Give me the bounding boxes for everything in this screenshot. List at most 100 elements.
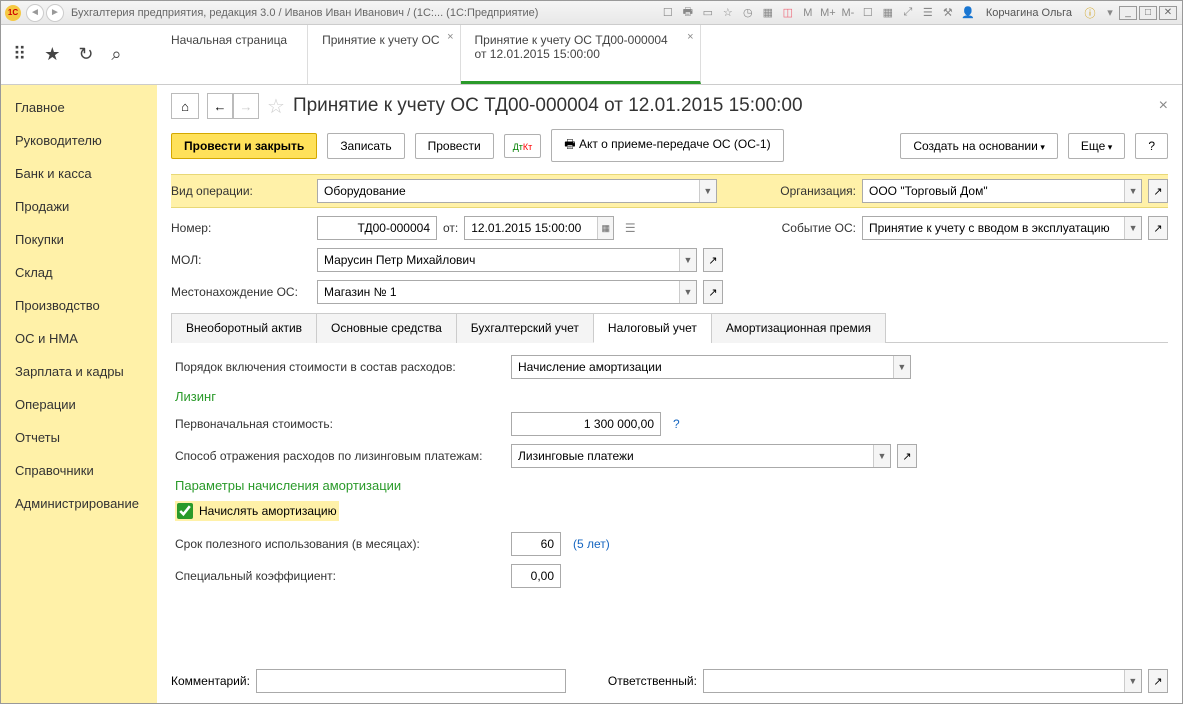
comment-field[interactable] — [256, 669, 566, 693]
history-icon[interactable]: ↻ — [78, 44, 93, 65]
loc-field[interactable]: ▼ — [317, 280, 697, 304]
tb-icon-new[interactable]: ☐ — [860, 5, 876, 21]
open-ref-button[interactable]: ↗ — [1148, 216, 1168, 240]
fwd-button[interactable]: → — [233, 93, 259, 119]
sidebar-item-reports[interactable]: Отчеты — [1, 421, 157, 454]
chevron-down-icon[interactable]: ▼ — [873, 445, 890, 467]
post-close-button[interactable]: Провести и закрыть — [171, 133, 317, 159]
tb-icon-calc[interactable]: ▦ — [760, 5, 776, 21]
close-window-button[interactable]: ✕ — [1159, 6, 1177, 20]
amort-checkbox[interactable] — [177, 503, 193, 519]
minimize-button[interactable]: _ — [1119, 6, 1137, 20]
tb-m-minus[interactable]: M- — [840, 5, 856, 21]
chevron-down-icon[interactable]: ▼ — [1124, 180, 1141, 202]
loc-label: Местонахождение ОС: — [171, 285, 311, 299]
create-based-button[interactable]: Создать на основании — [900, 133, 1058, 159]
open-ref-button[interactable]: ↗ — [1148, 669, 1168, 693]
num-field[interactable] — [317, 216, 437, 240]
home-button[interactable]: ⌂ — [171, 93, 199, 119]
chevron-down-icon[interactable]: ▼ — [1124, 217, 1141, 239]
tab-vna[interactable]: Внеоборотный актив — [171, 313, 317, 343]
sidebar-item-refs[interactable]: Справочники — [1, 454, 157, 487]
org-field[interactable]: ▼ — [862, 179, 1142, 203]
open-ref-button[interactable]: ↗ — [1148, 179, 1168, 203]
act-button[interactable]: 🖶 Акт о приеме-передаче ОС (ОС-1) — [551, 129, 783, 162]
open-ref-button[interactable]: ↗ — [897, 444, 917, 468]
tb-icon-list[interactable]: ☰ — [920, 5, 936, 21]
nav-fwd-button[interactable]: ► — [46, 4, 64, 22]
info-dd-icon[interactable]: ▾ — [1102, 5, 1118, 21]
cost-order-field[interactable]: ▼ — [511, 355, 911, 379]
tb-icon-1[interactable]: ☐ — [660, 5, 676, 21]
tb-icon-doc[interactable]: ▭ — [700, 5, 716, 21]
sidebar-item-operations[interactable]: Операции — [1, 388, 157, 421]
tb-icon-clock[interactable]: ◷ — [740, 5, 756, 21]
event-field[interactable]: ▼ — [862, 216, 1142, 240]
coef-field[interactable] — [511, 564, 561, 588]
close-doc-button[interactable]: × — [1159, 97, 1168, 115]
favorite-star-icon[interactable]: ☆ — [267, 94, 285, 119]
open-ref-button[interactable]: ↗ — [703, 248, 723, 272]
sidebar-item-main[interactable]: Главное — [1, 91, 157, 124]
sidebar-item-manager[interactable]: Руководителю — [1, 124, 157, 157]
open-ref-button[interactable]: ↗ — [703, 280, 723, 304]
sidebar-item-bank[interactable]: Банк и касса — [1, 157, 157, 190]
calendar-icon[interactable]: ▦ — [597, 217, 613, 239]
leasing-pay-field[interactable]: ▼ — [511, 444, 891, 468]
back-button[interactable]: ← — [207, 93, 233, 119]
tab-tax[interactable]: Налоговый учет — [593, 313, 712, 343]
tb-m[interactable]: M — [800, 5, 816, 21]
tab-home[interactable]: Начальная страница — [157, 25, 308, 84]
tb-icon-star[interactable]: ☆ — [720, 5, 736, 21]
help-button[interactable]: ? — [1135, 133, 1168, 159]
chevron-down-icon[interactable]: ▼ — [699, 180, 716, 202]
tb-icon-zoom[interactable]: ⤢ — [900, 5, 916, 21]
tb-icon-grid[interactable]: ▦ — [880, 5, 896, 21]
chevron-down-icon[interactable]: ▼ — [1124, 670, 1141, 692]
post-button[interactable]: Провести — [415, 133, 494, 159]
row-term: Срок полезного использования (в месяцах)… — [175, 532, 1164, 556]
tab-os-doc[interactable]: Принятие к учету ОС ТД00-000004 от 12.01… — [461, 25, 701, 84]
close-icon[interactable]: × — [687, 31, 693, 43]
sidebar-item-purchases[interactable]: Покупки — [1, 223, 157, 256]
chevron-down-icon[interactable]: ▼ — [679, 249, 696, 271]
chevron-down-icon[interactable]: ▼ — [893, 356, 910, 378]
maximize-button[interactable]: □ — [1139, 6, 1157, 20]
tab-accounting[interactable]: Бухгалтерский учет — [456, 313, 594, 343]
op-type-field[interactable]: ▼ — [317, 179, 717, 203]
tb-icon-tools[interactable]: ⚒ — [940, 5, 956, 21]
doc-info-icon[interactable]: ☰ — [620, 221, 640, 235]
tab-os[interactable]: Основные средства — [316, 313, 457, 343]
init-cost-field[interactable] — [511, 412, 661, 436]
resp-field[interactable]: ▼ — [703, 669, 1142, 693]
tb-icon-calendar[interactable]: ◫ — [780, 5, 796, 21]
help-link[interactable]: ? — [673, 417, 680, 431]
info-icon[interactable]: ⓘ — [1082, 5, 1098, 21]
nav-back-button[interactable]: ◄ — [26, 4, 44, 22]
sidebar-item-admin[interactable]: Администрирование — [1, 487, 157, 520]
row-number: Номер: от: ▦ ☰ Событие ОС: ▼ ↗ — [171, 216, 1168, 240]
titlebar-toolbar: ☐ 🖶 ▭ ☆ ◷ ▦ ◫ M M+ M- ☐ ▦ ⤢ ☰ ⚒ 👤 Корчаг… — [660, 5, 1118, 21]
term-hint: (5 лет) — [573, 537, 610, 551]
sidebar-item-stock[interactable]: Склад — [1, 256, 157, 289]
tb-icon-print[interactable]: 🖶 — [680, 5, 696, 21]
sidebar-item-production[interactable]: Производство — [1, 289, 157, 322]
user-name[interactable]: Корчагина Ольга — [986, 7, 1072, 19]
date-field[interactable]: ▦ — [464, 216, 614, 240]
sidebar-item-salary[interactable]: Зарплата и кадры — [1, 355, 157, 388]
tb-m-plus[interactable]: M+ — [820, 5, 836, 21]
apps-icon[interactable]: ⠿ — [13, 44, 26, 65]
search-icon[interactable]: ⌕ — [111, 44, 121, 65]
tab-os-list[interactable]: Принятие к учету ОС× — [308, 25, 460, 84]
save-button[interactable]: Записать — [327, 133, 404, 159]
more-button[interactable]: Еще — [1068, 133, 1125, 159]
chevron-down-icon[interactable]: ▼ — [679, 281, 696, 303]
tab-amort-premium[interactable]: Амортизационная премия — [711, 313, 886, 343]
dtkt-button[interactable]: ДтКт — [504, 134, 542, 158]
mol-field[interactable]: ▼ — [317, 248, 697, 272]
sidebar-item-sales[interactable]: Продажи — [1, 190, 157, 223]
sidebar-item-os[interactable]: ОС и НМА — [1, 322, 157, 355]
fav-icon[interactable]: ★ — [44, 44, 60, 65]
close-icon[interactable]: × — [447, 31, 453, 43]
term-field[interactable] — [511, 532, 561, 556]
